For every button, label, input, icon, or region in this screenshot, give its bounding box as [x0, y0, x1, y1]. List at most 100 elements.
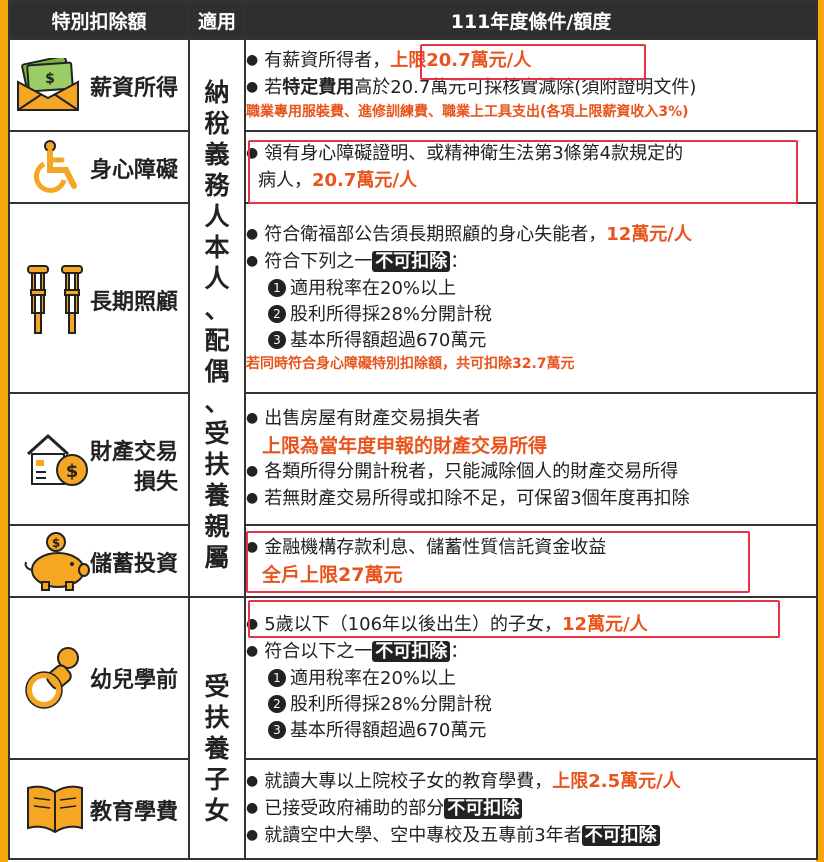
category-label: 儲蓄投資 [90, 552, 179, 577]
category-label: 長期照顧 [90, 290, 179, 315]
applies-char: 本 [204, 233, 230, 262]
category-label: 身心障礙 [90, 158, 179, 183]
category-preschool: 幼兒學前 [8, 596, 190, 760]
svg-text:$: $ [66, 461, 79, 482]
colon: ： [450, 641, 469, 662]
category-savings: $ 儲蓄投資 [8, 524, 190, 598]
applies-char: 扶 [204, 702, 230, 732]
property-limit: 上限為當年度申報的財產交易所得 [262, 434, 548, 457]
number-badge: 2 [268, 695, 286, 713]
applies-char: 義 [204, 140, 230, 169]
salary-cond-2b: 特定費用 [282, 77, 355, 98]
longterm-limit: 12萬元/人 [606, 224, 692, 245]
pacifier-icon [25, 647, 79, 709]
row-longterm: 長期照顧 符合衛福部公告須長期照顧的身心失能者，12萬元/人 符合下列之一不可扣… [8, 202, 818, 394]
preschool-cond-2: 符合以下之一 [264, 641, 373, 662]
row-salary: $ 薪資所得 納稅義務人本人、配偶、受扶養親屬 有薪資所得者，上限20.7萬元/… [8, 38, 818, 598]
highlight-box-preschool [248, 600, 780, 638]
highlight-box-disability [248, 140, 798, 204]
wheelchair-icon [33, 140, 77, 193]
applies-char: 務 [204, 171, 230, 200]
deduction-table-sheet: 特別扣除額 適用 111年度條件/額度 $ 薪資所得 納稅義務人本人、配偶、受扶… [8, 0, 818, 862]
not-deductible-tag: 不可扣除 [372, 641, 451, 662]
number-badge: 3 [268, 331, 286, 349]
preschool-item-2: 股利所得採28%分開計稅 [290, 694, 493, 715]
row-property: $ 財產交易 損失 出售房屋有財產交易損失者 上限為當年度申報的財產交易所得 各… [8, 392, 818, 526]
highlight-box-savings [246, 531, 750, 593]
money-envelope-icon: $ [17, 58, 79, 111]
number-badge: 2 [268, 305, 286, 323]
tuition-cond-2: 已接受政府補助的部分 [264, 797, 445, 819]
conditions-longterm: 符合衛福部公告須長期照顧的身心失能者，12萬元/人 符合下列之一不可扣除： 1適… [244, 202, 818, 394]
not-deductible-tag: 不可扣除 [372, 251, 451, 272]
category-salary: $ 薪資所得 [8, 38, 190, 132]
applies-char: 納 [204, 78, 230, 107]
header-applies: 適用 [188, 0, 246, 40]
applies-dependent-children: 受扶養子女 [188, 596, 246, 860]
salary-cond-2c: 高於20.7萬元可採核實減除(須附證明文件) [354, 77, 697, 98]
applies-char: 、 [204, 295, 230, 324]
applies-char: 養 [204, 733, 230, 763]
applies-char: 、 [204, 388, 230, 417]
category-label: 幼兒學前 [90, 668, 179, 693]
header-category: 特別扣除額 [8, 0, 190, 40]
longterm-cond-2: 符合下列之一 [264, 251, 373, 272]
longterm-item-1: 適用稅率在20%以上 [290, 278, 457, 299]
category-label: 財產交易 [90, 440, 179, 465]
piggy-bank-icon: $ [24, 532, 90, 591]
applies-char: 偶 [204, 357, 230, 386]
longterm-note: 若同時符合身心障礙特別扣除額，共可扣除32.7萬元 [246, 356, 575, 372]
book-icon [27, 785, 83, 834]
applies-char: 子 [204, 764, 230, 794]
category-disability: 身心障礙 [8, 130, 190, 204]
deduction-table: 特別扣除額 適用 111年度條件/額度 $ 薪資所得 納稅義務人本人、配偶、受扶… [8, 0, 818, 860]
category-label: 教育學費 [90, 800, 179, 825]
applies-char: 人 [204, 264, 230, 293]
not-deductible-tag: 不可扣除 [444, 797, 523, 819]
tuition-cond-3: 就讀空中大學、空中專校及五專前3年者 [264, 824, 582, 846]
category-property: $ 財產交易 損失 [8, 392, 190, 526]
applies-taxpayer-family: 納稅義務人本人、配偶、受扶養親屬 [188, 38, 246, 598]
highlight-box-salary-limit [420, 44, 646, 80]
conditions-tuition: 就讀大專以上院校子女的教育學費，上限2.5萬元/人 已接受政府補助的部分不可扣除… [244, 758, 818, 860]
house-coin-icon: $ [26, 433, 88, 486]
property-cond-3: 若無財產交易所得或扣除不足，可保留3個年度再扣除 [264, 487, 690, 509]
salary-note: 職業專用服裝費、進修訓練費、職業上工具支出(各項上限薪資收入3%) [246, 104, 689, 120]
applies-char: 扶 [204, 450, 230, 479]
category-label: 損失 [134, 470, 179, 495]
applies-char: 配 [204, 326, 230, 355]
applies-char: 女 [204, 795, 230, 825]
applies-char: 親 [204, 512, 230, 541]
category-tuition: 教育學費 [8, 758, 190, 860]
number-badge: 1 [268, 669, 286, 687]
applies-char: 養 [204, 481, 230, 510]
property-cond-1: 出售房屋有財產交易損失者 [264, 407, 481, 429]
number-badge: 3 [268, 721, 286, 739]
property-cond-2: 各類所得分開計稅者，只能減除個人的財產交易所得 [264, 460, 679, 482]
longterm-item-3: 基本所得額超過670萬元 [290, 330, 487, 351]
crutches-icon [27, 265, 83, 334]
salary-cond-2a: 若 [264, 77, 283, 98]
tuition-cond-1: 就讀大專以上院校子女的教育學費， [264, 770, 553, 792]
tuition-limit: 上限2.5萬元/人 [552, 770, 681, 792]
conditions-property: 出售房屋有財產交易損失者 上限為當年度申報的財產交易所得 各類所得分開計稅者，只… [244, 392, 818, 526]
row-tuition: 教育學費 就讀大專以上院校子女的教育學費，上限2.5萬元/人 已接受政府補助的部… [8, 758, 818, 860]
longterm-item-2: 股利所得採28%分開計稅 [290, 304, 493, 325]
colon: ： [450, 251, 469, 272]
salary-cond-1: 有薪資所得者， [264, 50, 391, 71]
applies-char: 受 [204, 419, 230, 448]
longterm-cond-1: 符合衛福部公告須長期照顧的身心失能者， [264, 224, 607, 245]
applies-char: 屬 [204, 543, 230, 572]
applies-char: 人 [204, 202, 230, 231]
preschool-item-1: 適用稅率在20%以上 [290, 668, 457, 689]
svg-text:$: $ [45, 71, 55, 87]
header-conditions: 111年度條件/額度 [244, 0, 818, 40]
svg-text:$: $ [52, 536, 60, 550]
number-badge: 1 [268, 279, 286, 297]
preschool-item-3: 基本所得額超過670萬元 [290, 720, 487, 741]
applies-char: 受 [204, 671, 230, 701]
not-deductible-tag: 不可扣除 [581, 824, 660, 846]
category-label: 薪資所得 [90, 76, 179, 101]
category-longterm: 長期照顧 [8, 202, 190, 394]
applies-char: 稅 [204, 109, 230, 138]
